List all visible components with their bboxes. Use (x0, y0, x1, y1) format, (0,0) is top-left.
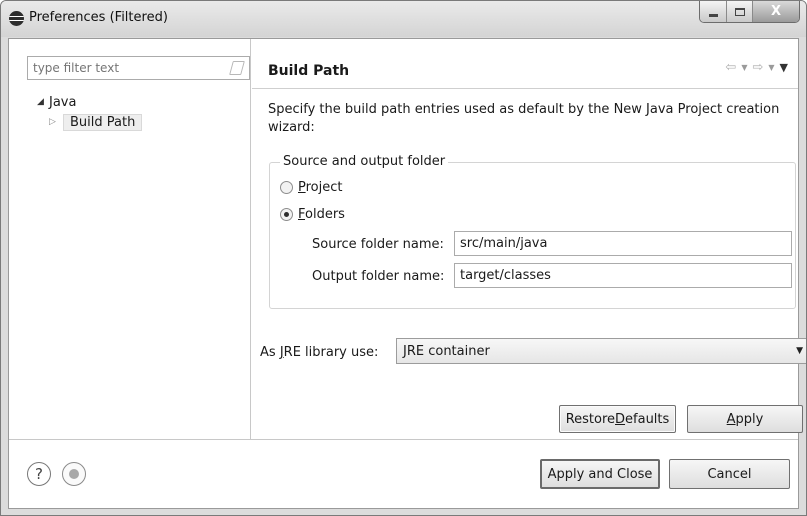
project-radio[interactable]: Project (280, 180, 343, 195)
clear-filter-icon[interactable] (229, 61, 245, 75)
source-folder-field[interactable] (454, 231, 792, 256)
tree-item-label: Java (49, 94, 77, 110)
folders-radio[interactable]: Folders (280, 207, 345, 222)
restore-defaults-button[interactable]: Restore Defaults (559, 405, 676, 433)
preference-page: Build Path ⇦ ▼ ⇨ ▼ ▼ Specify the build p… (252, 39, 806, 439)
preference-tree: ◢ Java ▷ Build Path (37, 92, 143, 132)
page-header: Build Path ⇦ ▼ ⇨ ▼ ▼ (252, 39, 798, 89)
apply-and-close-button[interactable]: Apply and Close (540, 459, 660, 489)
preference-tree-pane: ◢ Java ▷ Build Path (9, 39, 251, 439)
output-folder-label: Output folder name: (312, 269, 445, 284)
chevron-down-icon[interactable]: ▼ (796, 346, 803, 356)
record-icon[interactable] (62, 462, 86, 486)
window-title: Preferences (Filtered) (29, 10, 168, 25)
cancel-button[interactable]: Cancel (669, 459, 790, 489)
radio-label: Project (298, 180, 343, 195)
source-output-group: Source and output folder Project Folders… (269, 154, 796, 309)
tree-item-build-path[interactable]: ▷ Build Path (37, 112, 143, 132)
radio-icon[interactable] (280, 181, 293, 194)
forward-arrow-icon[interactable]: ⇨ (752, 60, 763, 75)
output-folder-field[interactable] (454, 263, 792, 288)
jre-selected-value: JRE container (403, 344, 490, 359)
radio-checked-icon[interactable] (280, 208, 293, 221)
page-description: Specify the build path entries used as d… (268, 102, 780, 135)
minimize-button[interactable] (700, 1, 727, 22)
jre-library-label: As JRE library use: (260, 345, 379, 360)
back-arrow-icon[interactable]: ⇦ (725, 60, 736, 75)
tree-item-java[interactable]: ◢ Java (37, 92, 142, 112)
view-menu-icon[interactable]: ▼ (780, 61, 788, 74)
expanded-arrow-icon[interactable]: ◢ (37, 97, 49, 107)
output-folder-input[interactable] (455, 264, 785, 287)
tree-item-label: Build Path (63, 113, 143, 131)
apply-button[interactable]: Apply (687, 405, 803, 433)
close-icon: X (770, 4, 782, 19)
title-bar[interactable]: Preferences (Filtered) X (1, 1, 806, 37)
footer-divider (9, 439, 798, 440)
window-controls: X (699, 1, 800, 23)
eclipse-icon (9, 11, 24, 26)
preferences-window: Preferences (Filtered) X ◢ Java ▷ Build … (0, 0, 807, 516)
group-title: Source and output folder (280, 154, 449, 169)
forward-dropdown-icon[interactable]: ▼ (768, 63, 774, 72)
filter-box[interactable] (27, 56, 250, 80)
help-icon[interactable]: ? (27, 462, 51, 486)
close-button[interactable]: X (753, 1, 799, 22)
source-folder-label: Source folder name: (312, 237, 444, 252)
back-dropdown-icon[interactable]: ▼ (741, 63, 747, 72)
maximize-button[interactable] (727, 1, 753, 22)
jre-library-select[interactable]: JRE container ▼ (396, 338, 806, 364)
collapsed-arrow-icon[interactable]: ▷ (49, 117, 61, 127)
page-navigation: ⇦ ▼ ⇨ ▼ ▼ (725, 60, 788, 75)
minimize-icon (708, 14, 718, 17)
page-title: Build Path (268, 63, 350, 79)
filter-input[interactable] (28, 57, 218, 79)
radio-label: Folders (298, 207, 345, 222)
dialog-body: ◢ Java ▷ Build Path Build Path ⇦ ▼ ⇨ ▼ ▼ (8, 38, 806, 509)
maximize-icon (734, 7, 745, 16)
source-folder-input[interactable] (455, 232, 785, 255)
